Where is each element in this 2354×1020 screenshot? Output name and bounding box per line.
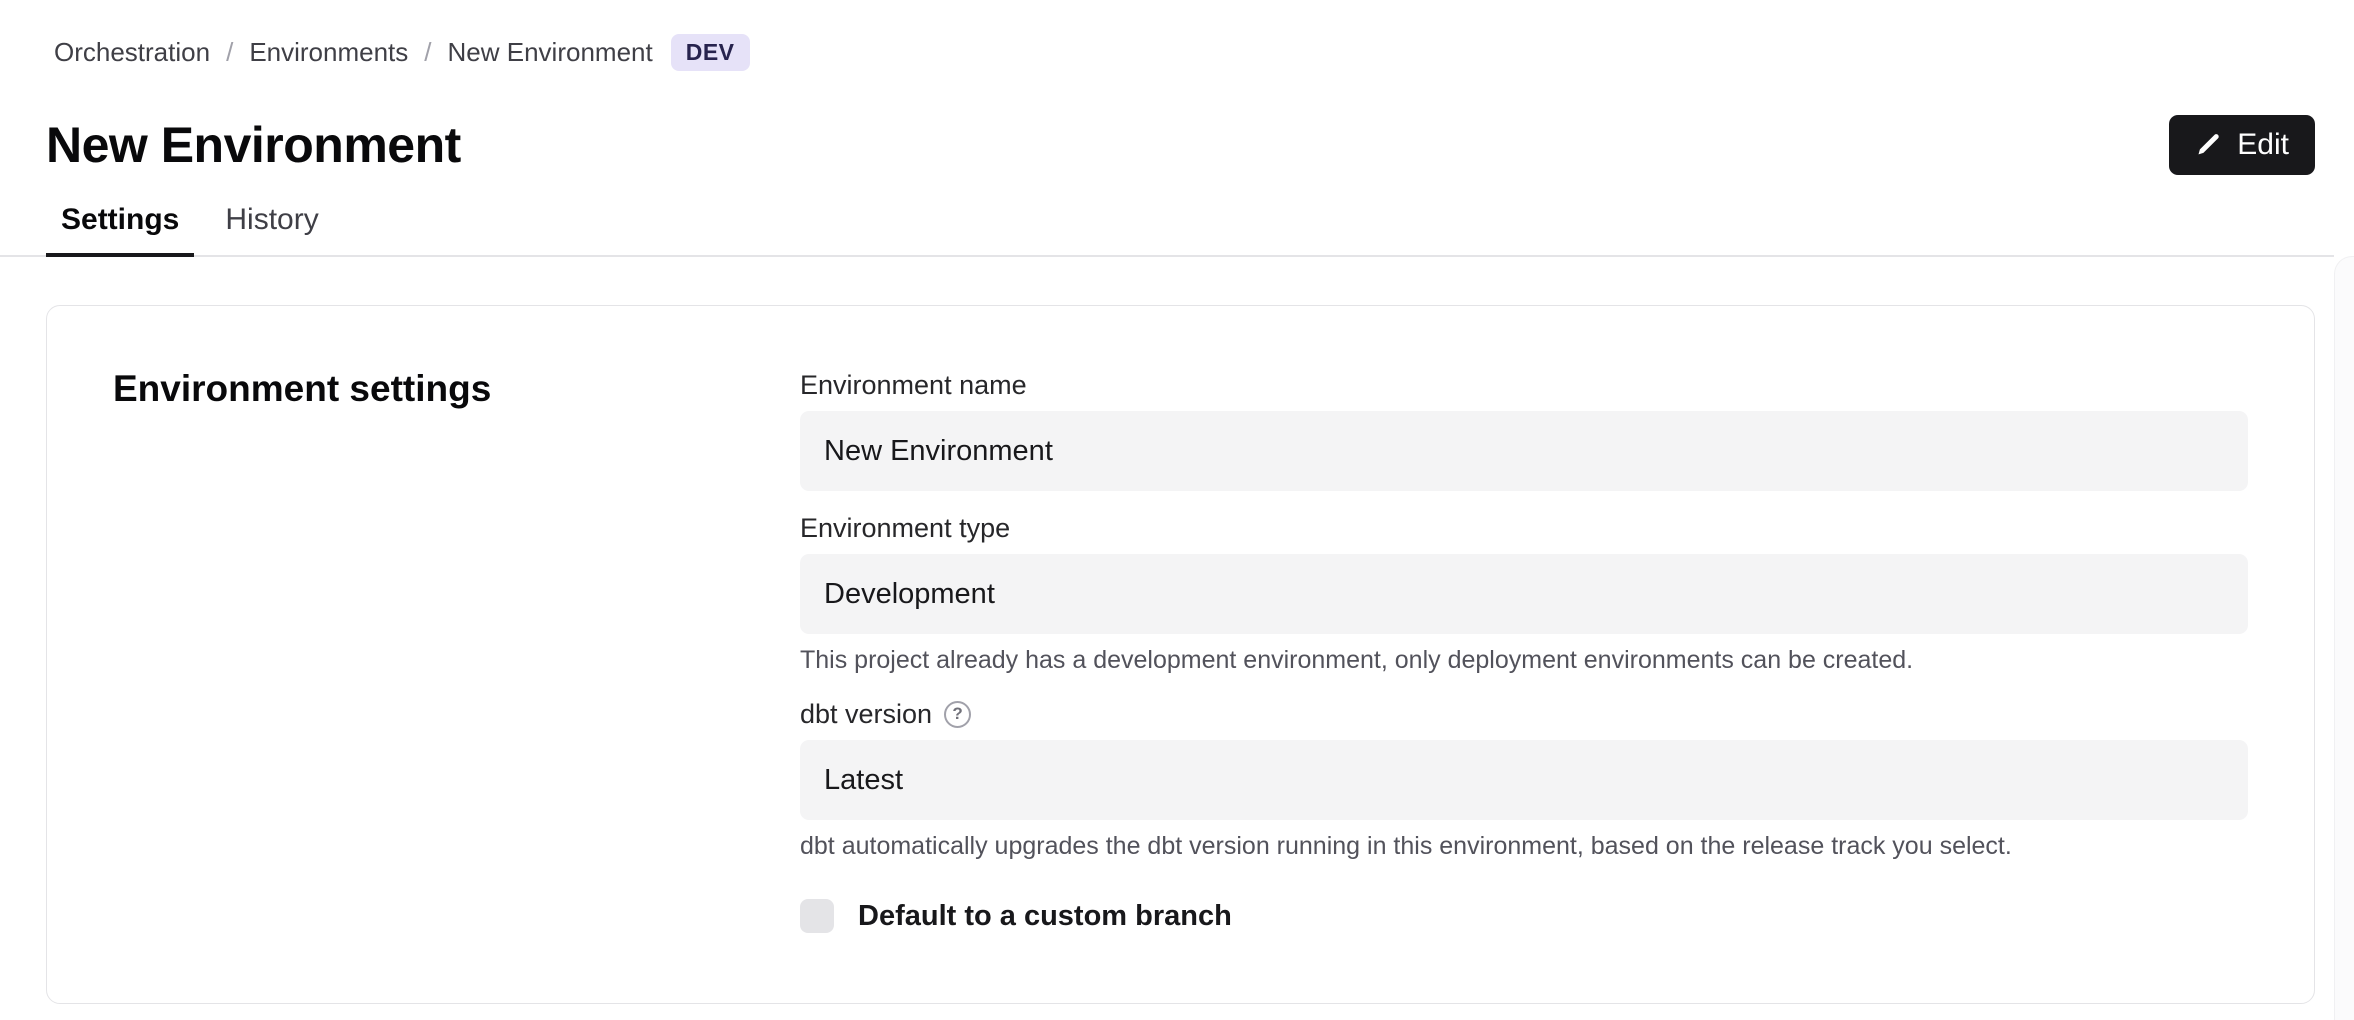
scrollbar-gutter	[2334, 256, 2354, 1020]
dbt-version-label: dbt version ?	[800, 697, 2248, 731]
breadcrumb-separator: /	[424, 37, 431, 68]
breadcrumb: Orchestration / Environments / New Envir…	[54, 34, 2315, 71]
help-icon[interactable]: ?	[944, 701, 971, 728]
edit-button-label: Edit	[2237, 128, 2289, 162]
environment-settings-form: Environment name New Environment Environ…	[800, 368, 2248, 933]
dev-badge: DEV	[671, 34, 750, 71]
environment-type-helper-text: This project already has a development e…	[800, 643, 2248, 677]
page-title: New Environment	[46, 116, 461, 174]
dbt-version-input[interactable]: Latest	[800, 740, 2248, 820]
environment-type-input[interactable]: Development	[800, 554, 2248, 634]
custom-branch-label: Default to a custom branch	[858, 900, 1232, 933]
tab-settings[interactable]: Settings	[46, 203, 194, 257]
card-left-column: Environment settings	[113, 368, 800, 933]
custom-branch-checkbox[interactable]	[800, 899, 834, 933]
dbt-version-helper-text: dbt automatically upgrades the dbt versi…	[800, 829, 2248, 863]
title-row: New Environment Edit	[46, 115, 2315, 175]
breadcrumb-separator: /	[226, 37, 233, 68]
custom-branch-row: Default to a custom branch	[800, 899, 2248, 933]
pencil-icon	[2195, 131, 2223, 159]
environment-name-input[interactable]: New Environment	[800, 411, 2248, 491]
environment-name-label: Environment name	[800, 368, 2248, 402]
environment-name-field: Environment name New Environment	[800, 368, 2248, 491]
dbt-version-label-text: dbt version	[800, 697, 932, 731]
environment-type-field: Environment type Development This projec…	[800, 511, 2248, 677]
environment-settings-card: Environment settings Environment name Ne…	[46, 305, 2315, 1004]
section-title: Environment settings	[113, 368, 800, 410]
breadcrumb-item-orchestration[interactable]: Orchestration	[54, 37, 210, 68]
edit-button[interactable]: Edit	[2169, 115, 2315, 175]
tab-bar: Settings History	[0, 203, 2334, 257]
environment-type-label: Environment type	[800, 511, 2248, 545]
breadcrumb-item-current: New Environment	[448, 37, 653, 68]
page: Orchestration / Environments / New Envir…	[0, 34, 2354, 1020]
breadcrumb-item-environments[interactable]: Environments	[249, 37, 408, 68]
tab-history[interactable]: History	[210, 203, 333, 255]
dbt-version-field: dbt version ? Latest dbt automatically u…	[800, 697, 2248, 863]
